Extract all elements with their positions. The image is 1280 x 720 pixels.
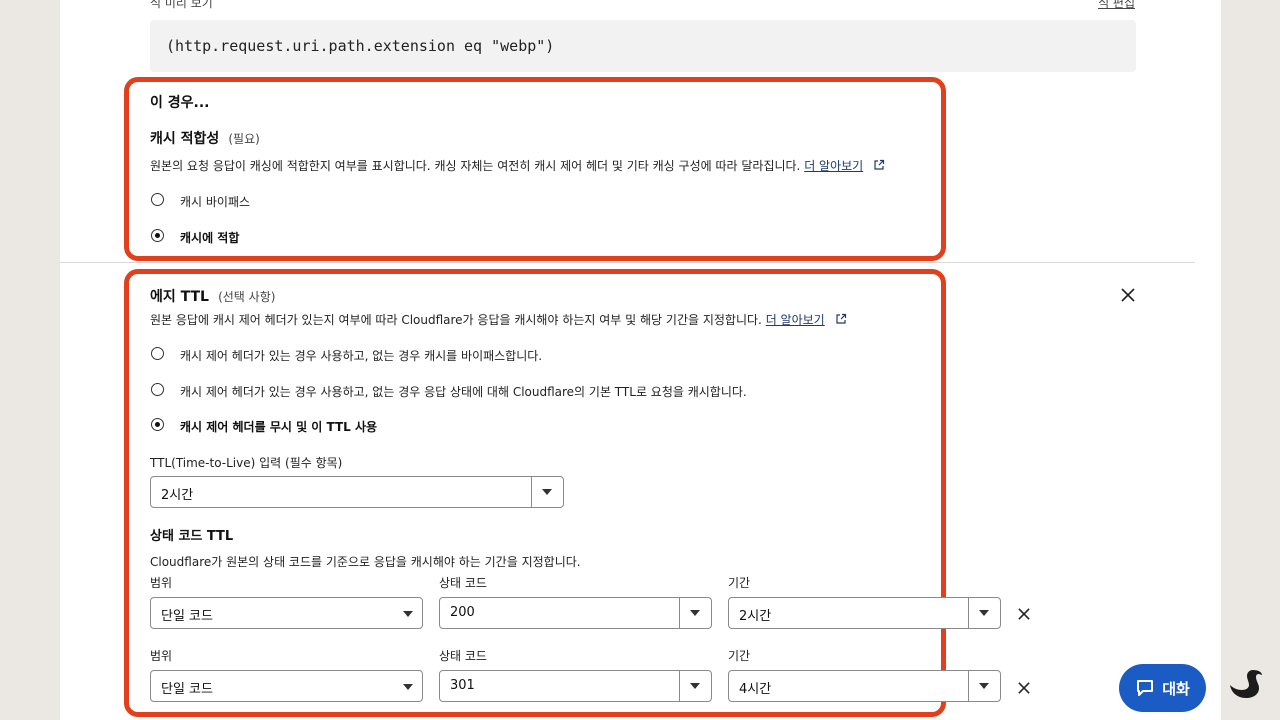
ttl-select[interactable]: 2시간: [150, 476, 564, 508]
scope-label: 범위: [150, 649, 173, 663]
edge-ttl-title-row: 에지 TTL (선택 사항): [150, 286, 275, 306]
scope-select[interactable]: 단일 코드: [150, 670, 423, 702]
radio-use-cache-control-default-ttl-label: 캐시 제어 헤더가 있는 경우 사용하고, 없는 경우 응답 상태에 대해 Cl…: [180, 385, 747, 399]
duration-label: 기간: [728, 649, 751, 663]
edit-expression-link[interactable]: 식 편집: [1098, 0, 1135, 11]
status-code-select[interactable]: 200: [439, 597, 712, 629]
status-code-label: 상태 코드: [439, 576, 487, 590]
chevron-down-icon[interactable]: [531, 477, 563, 507]
cache-eligibility-description-row: 원본의 요청 응답이 캐싱에 적합한지 여부를 표시합니다. 캐싱 자체는 여전…: [150, 157, 885, 174]
chat-button[interactable]: 대화: [1119, 664, 1206, 712]
status-code-select-value: 200: [450, 605, 475, 620]
scope-select-value: 단일 코드: [161, 682, 213, 697]
radio-eligible-for-cache[interactable]: [151, 229, 164, 242]
cache-eligibility-tag: (필요): [228, 132, 260, 146]
chevron-down-icon[interactable]: [968, 671, 1000, 701]
section-divider: [60, 262, 1195, 263]
cache-eligibility-title: 캐시 적합성: [150, 131, 220, 147]
duration-select[interactable]: 2시간: [728, 597, 1001, 629]
close-icon[interactable]: [1018, 608, 1030, 620]
external-link-icon: [835, 313, 846, 324]
radio-cache-bypass[interactable]: [151, 193, 164, 206]
edge-ttl-title: 에지 TTL: [150, 289, 209, 305]
ttl-select-value: 2시간: [161, 488, 194, 503]
close-icon[interactable]: [1121, 288, 1135, 302]
ttl-label: TTL(Time-to-Live) 입력 (필수 항목): [150, 456, 343, 470]
radio-eligible-for-cache-label: 캐시에 적합: [180, 231, 240, 245]
duration-select[interactable]: 4시간: [728, 670, 1001, 702]
radio-use-cache-control-bypass-label: 캐시 제어 헤더가 있는 경우 사용하고, 없는 경우 캐시를 바이패스합니다.: [180, 349, 543, 363]
chevron-down-icon[interactable]: [679, 671, 711, 701]
external-link-icon: [874, 159, 885, 170]
chevron-down-icon[interactable]: [968, 598, 1000, 628]
radio-use-cache-control-default-ttl[interactable]: [151, 383, 164, 396]
cache-eligibility-title-row: 캐시 적합성 (필요): [150, 128, 260, 148]
close-icon[interactable]: [1018, 682, 1030, 694]
learn-more-link[interactable]: 더 알아보기: [766, 313, 825, 327]
radio-use-cache-control-bypass[interactable]: [151, 347, 164, 360]
status-code-select[interactable]: 301: [439, 670, 712, 702]
status-code-ttl-title: 상태 코드 TTL: [150, 529, 234, 544]
swan-logo-icon: [1230, 670, 1262, 698]
then-heading: 이 경우...: [150, 95, 210, 111]
duration-select-value: 4시간: [739, 682, 772, 697]
status-code-label: 상태 코드: [439, 649, 487, 663]
status-code-select-value: 301: [450, 678, 475, 693]
edge-ttl-description-row: 원본 응답에 캐시 제어 헤더가 있는지 여부에 따라 Cloudflare가 …: [150, 311, 847, 328]
cache-eligibility-description: 원본의 요청 응답이 캐싱에 적합한지 여부를 표시합니다. 캐싱 자체는 여전…: [150, 159, 801, 173]
edge-ttl-description: 원본 응답에 캐시 제어 헤더가 있는지 여부에 따라 Cloudflare가 …: [150, 313, 762, 327]
status-code-ttl-description: Cloudflare가 원본의 상태 코드를 기준으로 응답을 캐시해야 하는 …: [150, 555, 581, 569]
chat-button-label: 대화: [1162, 679, 1190, 698]
radio-ignore-cache-control-label: 캐시 제어 헤더를 무시 및 이 TTL 사용: [180, 420, 378, 434]
duration-select-value: 2시간: [739, 609, 772, 624]
radio-ignore-cache-control[interactable]: [151, 418, 164, 431]
scope-label: 범위: [150, 576, 173, 590]
expression-preview: (http.request.uri.path.extension eq "web…: [150, 20, 1136, 72]
edge-ttl-tag: (선택 사항): [218, 290, 276, 304]
expression-preview-label: 식 미리 보기: [150, 0, 213, 10]
learn-more-link[interactable]: 더 알아보기: [804, 159, 863, 173]
chevron-down-icon: [403, 611, 413, 617]
scope-select-value: 단일 코드: [161, 609, 213, 624]
radio-cache-bypass-label: 캐시 바이패스: [180, 195, 251, 209]
duration-label: 기간: [728, 576, 751, 590]
chevron-down-icon[interactable]: [679, 598, 711, 628]
chevron-down-icon: [403, 684, 413, 690]
scope-select[interactable]: 단일 코드: [150, 597, 423, 629]
chat-icon: [1137, 680, 1154, 696]
